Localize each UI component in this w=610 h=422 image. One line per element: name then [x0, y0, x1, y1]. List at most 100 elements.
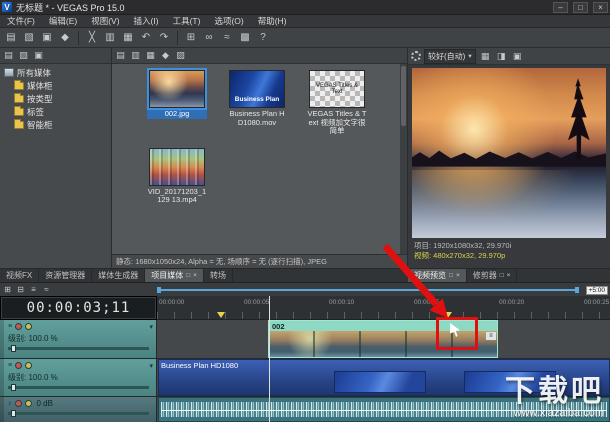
media-scrollbar[interactable] — [400, 64, 407, 254]
bin-views-icon[interactable]: ▨ — [17, 49, 30, 62]
preview-toolbar: 较好(自动) ▾ ▦ ◨ ▣ — [408, 48, 610, 65]
normal-edit-tool-icon[interactable]: ≡ — [28, 284, 39, 295]
track-minimize-icon[interactable]: ▾ — [149, 362, 153, 370]
external-monitor-icon[interactable]: ▣ — [511, 50, 524, 63]
tab-explorer[interactable]: 资源管理器 — [39, 269, 92, 282]
lock-envelopes-icon[interactable]: ▩ — [237, 30, 253, 46]
media-item-vid[interactable]: VID_20171203_1129 13.mp4 — [148, 148, 206, 205]
media-item-002[interactable]: 002.jpg — [148, 70, 206, 136]
undo-icon[interactable]: ↶ — [138, 30, 154, 46]
menu-tools[interactable]: 工具(T) — [166, 15, 208, 27]
track-menu-icon[interactable]: ≡ — [8, 323, 12, 330]
mute-icon[interactable] — [15, 362, 22, 369]
menu-insert[interactable]: 插入(I) — [127, 15, 166, 27]
zoom-out-icon[interactable]: ⊟ — [15, 284, 26, 295]
close-button[interactable]: × — [593, 2, 608, 13]
float-tab-icon[interactable]: □ — [500, 272, 504, 279]
audio-note-icon: ♪ — [8, 400, 12, 407]
snapping-icon[interactable]: ⊞ — [183, 30, 199, 46]
solo-icon[interactable] — [25, 362, 32, 369]
minimize-button[interactable]: – — [553, 2, 568, 13]
split-screen-icon[interactable]: ▦ — [479, 50, 492, 63]
tab-project-media[interactable]: 项目媒体 □ × — [145, 269, 204, 282]
media-item-label: VID_20171203_1129 13.mp4 — [147, 188, 207, 205]
auto-ripple-icon[interactable]: ≈ — [219, 30, 235, 46]
properties-icon[interactable]: ◆ — [57, 30, 73, 46]
close-tab-icon[interactable]: × — [507, 272, 511, 279]
media-item-vegas-titles[interactable]: VEGAS Titles & Text VEGAS Titles & Text … — [308, 70, 366, 136]
maximize-button[interactable]: □ — [573, 2, 588, 13]
menu-help[interactable]: 帮助(H) — [251, 15, 294, 27]
import-media-icon[interactable]: ▤ — [114, 49, 127, 62]
bin-toolbar: ▤ ▨ ▣ — [0, 48, 111, 64]
track-menu-icon[interactable]: ≡ — [8, 362, 12, 369]
bin-options-icon[interactable]: ▣ — [32, 49, 45, 62]
help-icon[interactable]: ? — [255, 30, 271, 46]
float-tab-icon[interactable]: □ — [186, 272, 190, 279]
zoom-in-icon[interactable]: ⊞ — [2, 284, 13, 295]
media-view-mode-icon[interactable]: ▨ — [174, 49, 187, 62]
redo-icon[interactable]: ↷ — [156, 30, 172, 46]
paste-icon[interactable]: ▦ — [120, 30, 136, 46]
track-minimize-icon[interactable]: ▾ — [149, 323, 153, 331]
menu-options[interactable]: 选项(O) — [207, 15, 250, 27]
tree-item-tags[interactable]: 标签 — [0, 105, 111, 118]
capture-video-icon[interactable]: ▥ — [129, 49, 142, 62]
copy-snapshot-icon[interactable]: ◨ — [495, 50, 508, 63]
menu-edit[interactable]: 编辑(E) — [42, 15, 84, 27]
video-track-2-header[interactable]: ≡ ▾ 级别: 100.0 % — [0, 359, 157, 397]
tab-label: 视频FX — [6, 270, 32, 281]
app-logo-icon: V — [2, 2, 12, 12]
tree-item-media-bins[interactable]: 媒体柜 — [0, 79, 111, 92]
main-toolbar: ▤ ▧ ▣ ◆ ╳ ▥ ▦ ↶ ↷ ⊞ ∞ ≈ ▩ ? — [0, 28, 610, 48]
folder-icon — [14, 82, 24, 90]
playhead-cursor[interactable] — [269, 296, 270, 422]
tab-media-generators[interactable]: 媒体生成器 — [92, 269, 145, 282]
slider-knob[interactable] — [11, 345, 16, 352]
tree-item-by-type[interactable]: 按类型 — [0, 92, 111, 105]
track-level-slider[interactable] — [8, 347, 149, 350]
close-tab-icon[interactable]: × — [193, 272, 197, 279]
menu-view[interactable]: 视图(V) — [84, 15, 126, 27]
tab-video-fx[interactable]: 视频FX — [0, 269, 39, 282]
tab-label: 项目媒体 — [151, 270, 183, 281]
timecode-display[interactable]: 00:00:03;11 — [0, 296, 157, 320]
slider-knob[interactable] — [11, 384, 16, 391]
solo-icon[interactable] — [25, 400, 32, 407]
cut-icon[interactable]: ╳ — [84, 30, 100, 46]
envelope-tool-icon[interactable]: ≈ — [41, 284, 52, 295]
save-icon[interactable]: ▣ — [39, 30, 55, 46]
slider-knob[interactable] — [11, 410, 16, 417]
auto-crossfade-icon[interactable]: ∞ — [201, 30, 217, 46]
menu-file[interactable]: 文件(F) — [0, 15, 42, 27]
tree-item-all-media[interactable]: 所有媒体 — [0, 66, 111, 79]
track-level-slider[interactable] — [8, 386, 149, 389]
audio-track-header[interactable]: ♪ 0 dB — [0, 397, 157, 422]
gear-icon[interactable] — [411, 51, 421, 61]
all-media-icon — [4, 68, 14, 77]
folder-icon — [14, 108, 24, 116]
event-fx-icon[interactable]: ≡ — [486, 332, 496, 340]
timeline-overview-bar[interactable] — [160, 289, 576, 291]
mute-icon[interactable] — [15, 400, 22, 407]
tab-trimmer[interactable]: 修剪器 □ × — [467, 269, 518, 282]
tab-transitions[interactable]: 转场 — [204, 269, 233, 282]
mute-icon[interactable] — [15, 323, 22, 330]
media-properties-icon[interactable]: ◆ — [159, 49, 172, 62]
open-icon[interactable]: ▧ — [21, 30, 37, 46]
get-photo-icon[interactable]: ▦ — [144, 49, 157, 62]
new-project-icon[interactable]: ▤ — [3, 30, 19, 46]
media-item-business-plan[interactable]: Business Plan Business Plan HD1080.mov — [228, 70, 286, 136]
copy-icon[interactable]: ▥ — [102, 30, 118, 46]
solo-icon[interactable] — [25, 323, 32, 330]
track-volume-slider[interactable] — [8, 412, 149, 415]
preview-quality-dropdown[interactable]: 较好(自动) ▾ — [424, 49, 476, 64]
tree-item-smart-bins[interactable]: 智能柜 — [0, 118, 111, 131]
tree-item-label: 标签 — [27, 106, 44, 118]
tree-item-label: 所有媒体 — [17, 67, 51, 79]
media-item-label: Business Plan HD1080.mov — [227, 110, 287, 127]
scrollbar-thumb[interactable] — [401, 66, 406, 126]
ruler-marker-icon[interactable] — [217, 312, 225, 318]
video-track-1-header[interactable]: ≡ ▾ 级别: 100.0 % — [0, 320, 157, 359]
new-bin-icon[interactable]: ▤ — [2, 49, 15, 62]
